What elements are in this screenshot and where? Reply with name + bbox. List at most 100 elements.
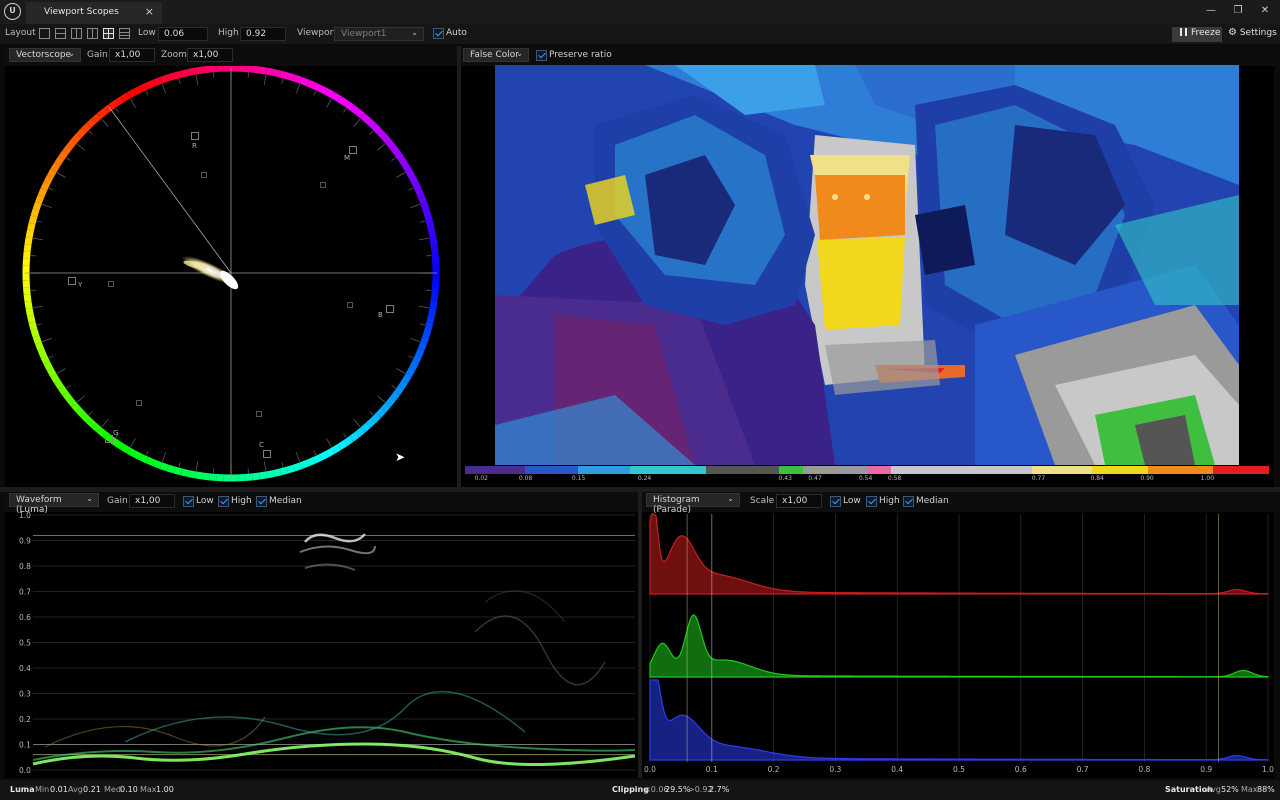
layout-quad-button[interactable] — [103, 28, 114, 39]
histogram-scale-input[interactable]: x1,00 — [776, 494, 822, 508]
freeze-button[interactable]: Freeze — [1172, 27, 1222, 42]
layout-three-pane-button[interactable] — [87, 28, 98, 39]
minimize-button[interactable]: — — [1200, 2, 1222, 20]
bottom-vertical-splitter[interactable] — [638, 492, 642, 778]
histogram-plot[interactable]: 0.0 0.1 0.2 0.3 0.4 0.5 0.6 0.7 0.8 0.9 1.0 — [642, 512, 1274, 778]
hue-ring-segment — [252, 66, 260, 74]
top-vertical-splitter[interactable] — [457, 46, 461, 487]
high-threshold-input[interactable]: 0.92 — [240, 27, 286, 41]
hue-ring-segment — [312, 454, 323, 464]
close-tab-icon[interactable]: × — [145, 5, 154, 18]
luma-med-value: 0.10 — [120, 785, 138, 794]
target-box-outer — [68, 277, 76, 285]
legend-tick-label: 0.24 — [637, 475, 652, 482]
false-color-mode-dropdown[interactable]: False Color ⌄ — [463, 48, 529, 62]
legend-color-swatch — [867, 466, 892, 474]
target-label: R — [192, 142, 197, 150]
hue-ring-segment — [412, 181, 422, 192]
hue-ring-segment — [152, 459, 163, 469]
gain-input[interactable]: x1,00 — [109, 48, 155, 62]
legend-color-swatch — [1031, 466, 1093, 474]
layout-split-vertical-button[interactable] — [71, 28, 82, 39]
hue-ring-segment — [194, 66, 204, 75]
hue-ring-segment — [430, 294, 439, 302]
hue-ring-segment — [405, 168, 416, 179]
hue-ring-segment — [279, 70, 289, 80]
tab-viewport-scopes[interactable]: Viewport Scopes × — [26, 0, 162, 24]
waveform-toolbar: Waveform (Luma) ⌄ Gain x1,00 Low High Me… — [5, 492, 638, 515]
target-box-inner — [136, 400, 142, 406]
luma-min-value: 0.01 — [50, 785, 68, 794]
waveform-y-tick: 1.0 — [19, 512, 31, 520]
viewport-dropdown[interactable]: Viewport1 ⌄ — [334, 27, 424, 41]
low-checkbox[interactable] — [830, 496, 841, 507]
close-window-button[interactable]: ✕ — [1254, 2, 1276, 20]
waveform-plot[interactable]: 1.0 0.9 0.8 0.7 0.6 0.5 0.4 0.3 0.2 0.1 0.0 — [5, 512, 638, 778]
hue-tick — [263, 74, 267, 85]
hue-ring-segment — [24, 236, 33, 246]
chevron-down-icon: ⌄ — [727, 494, 734, 503]
median-label: Median — [916, 496, 949, 506]
hue-tick — [88, 130, 93, 135]
hue-ring-segment — [431, 286, 439, 295]
hue-ring-segment — [258, 471, 268, 480]
chevron-down-icon: ⌄ — [68, 49, 75, 58]
restore-button[interactable]: ❐ — [1227, 2, 1249, 20]
hue-ring-segment — [401, 162, 412, 173]
layout-list-button[interactable] — [119, 28, 130, 39]
zoom-input[interactable]: x1,00 — [187, 48, 233, 62]
vectorscope-trace — [181, 255, 239, 290]
waveform-grid: 1.0 0.9 0.8 0.7 0.6 0.5 0.4 0.3 0.2 0.1 0.0 — [19, 512, 635, 775]
hue-tick — [419, 237, 430, 241]
hue-ring-segment — [293, 462, 303, 472]
waveform-y-tick: 0.3 — [19, 690, 31, 699]
hue-ring-segment — [417, 341, 427, 352]
hue-tick — [391, 157, 396, 161]
auto-checkbox[interactable] — [433, 28, 444, 39]
hue-ring-segment — [319, 85, 329, 96]
hue-tick — [369, 411, 374, 416]
hue-ring-segment — [202, 472, 210, 481]
hue-ring-segment — [331, 92, 342, 103]
histogram-x-tick: 0.3 — [829, 765, 841, 774]
median-checkbox[interactable] — [256, 496, 267, 507]
low-threshold-input[interactable]: 0.06 — [158, 27, 208, 41]
hue-ring-segment — [279, 466, 289, 476]
preserve-ratio-checkbox[interactable] — [536, 50, 547, 61]
histogram-x-tick: 0.2 — [768, 765, 780, 774]
hue-ring-segment — [54, 156, 64, 167]
hue-ring-segment — [126, 88, 137, 99]
low-checkbox[interactable] — [183, 496, 194, 507]
false-color-image[interactable] — [495, 65, 1239, 465]
hue-ring-segment — [405, 367, 416, 378]
title-bar: U Viewport Scopes × — ❐ ✕ — [0, 0, 1280, 24]
histogram-mode-dropdown[interactable]: Histogram (Parade) ⌄ — [646, 493, 740, 515]
hue-ring-segment — [173, 70, 183, 80]
hue-ring-segment — [272, 468, 282, 477]
high-checkbox[interactable] — [218, 496, 229, 507]
layout-split-horizontal-button[interactable] — [55, 28, 66, 39]
layout-single-button[interactable] — [39, 28, 50, 39]
scope-mode-dropdown[interactable]: Vectorscope ⌄ — [9, 48, 81, 62]
hue-ring-segment — [299, 459, 310, 469]
hue-ring-segment — [58, 150, 69, 161]
preserve-ratio-label: Preserve ratio — [549, 50, 612, 60]
sat-max-label: Max — [1241, 785, 1258, 794]
vectorscope-plot[interactable]: R M B C G Y ➤ — [5, 66, 457, 487]
luma-avg-value: 0.21 — [83, 785, 101, 794]
chevron-down-icon: ⌄ — [411, 28, 418, 37]
legend-color-swatch — [629, 466, 707, 474]
hue-ring-segment — [180, 468, 190, 477]
hue-ring-segment — [312, 82, 323, 92]
settings-button[interactable]: ⚙ Settings — [1228, 27, 1278, 42]
false-color-toolbar: False Color ⌄ Preserve ratio — [461, 46, 1274, 66]
waveform-y-tick: 0.9 — [19, 537, 31, 546]
waveform-mode-dropdown[interactable]: Waveform (Luma) ⌄ — [9, 493, 99, 515]
high-checkbox[interactable] — [866, 496, 877, 507]
median-checkbox[interactable] — [903, 496, 914, 507]
hue-tick — [56, 368, 66, 374]
median-label: Median — [269, 496, 302, 506]
viewport-dropdown-value: Viewport1 — [341, 29, 387, 39]
waveform-gain-input[interactable]: x1,00 — [129, 494, 175, 508]
high-label: High — [879, 496, 900, 506]
